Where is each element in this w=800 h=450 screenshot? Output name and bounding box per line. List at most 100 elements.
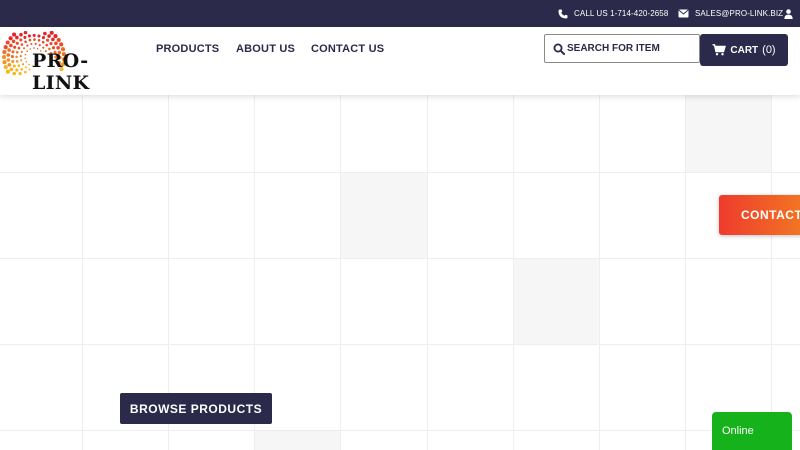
logo-dot <box>41 36 46 40</box>
logo-dot <box>10 55 14 59</box>
logo-dot <box>9 43 13 48</box>
phone-icon <box>558 9 568 18</box>
logo-dot <box>20 68 24 71</box>
logo-dot <box>19 55 22 58</box>
cart-count: (0) <box>762 44 776 56</box>
cart-button[interactable]: CART (0) <box>700 34 788 66</box>
logo-dot <box>24 53 27 56</box>
logo-dot <box>37 34 41 38</box>
top-bar: CALL US 1-714-420-2658 SALES@PRO-LINK.BI… <box>0 0 800 27</box>
logo-text: PRO-LINK <box>32 50 90 94</box>
logo-dot <box>15 60 19 63</box>
floating-contact-button[interactable]: CONTACT <box>719 195 800 235</box>
logo-dot <box>26 44 29 47</box>
logo-dot <box>20 59 23 62</box>
logo-dot <box>34 42 37 45</box>
logo-dot <box>5 69 10 74</box>
logo-dot <box>12 71 16 76</box>
logo-dot <box>56 37 61 43</box>
logo-dot <box>15 68 19 72</box>
logo-dot <box>6 58 11 62</box>
logo-dot <box>24 40 27 44</box>
logo-dot <box>6 53 11 57</box>
logo-dot <box>11 39 16 44</box>
logo-dot <box>28 63 30 66</box>
logo-dot <box>24 66 27 69</box>
user-icon <box>784 8 793 19</box>
envelope-icon <box>678 9 689 18</box>
logo-dot <box>19 32 23 37</box>
logo-dot <box>17 64 21 67</box>
logo-dot <box>18 72 22 76</box>
nav-contact-us[interactable]: CONTACT US <box>311 27 384 71</box>
site-header: PRO-LINK PRODUCTS ABOUT US CONTACT US SE… <box>0 27 800 95</box>
cart-icon <box>712 44 727 56</box>
logo-dot <box>15 41 19 45</box>
logo-dot <box>46 38 50 42</box>
logo[interactable]: PRO-LINK <box>0 31 140 94</box>
nav-products[interactable]: PRODUCTS <box>156 27 219 71</box>
logo-dot <box>7 63 12 67</box>
logo-dot <box>2 60 7 65</box>
logo-dot <box>28 68 31 71</box>
account-link[interactable] <box>784 0 799 27</box>
logo-dot <box>37 39 41 42</box>
logo-dot <box>51 46 56 50</box>
online-chat-widget[interactable]: Online <box>712 412 792 450</box>
logo-dot <box>27 34 31 38</box>
logo-dot <box>7 48 11 52</box>
logo-dot <box>53 34 58 39</box>
logo-dot <box>9 67 14 72</box>
logo-dot <box>3 45 8 50</box>
logo-dot <box>12 64 16 68</box>
logo-dot <box>49 31 54 35</box>
logo-dot <box>21 63 25 66</box>
logo-dot <box>13 45 17 49</box>
logo-dot <box>2 50 7 55</box>
logo-dot <box>20 43 24 46</box>
logo-dot <box>8 36 13 41</box>
logo-dot <box>29 48 32 50</box>
logo-dot <box>28 38 32 42</box>
logo-dot <box>32 33 36 37</box>
logo-dot <box>54 41 58 46</box>
logo-dot <box>19 38 23 42</box>
logo-dot <box>38 44 41 47</box>
logo-dot <box>23 47 26 50</box>
logo-dot <box>41 40 45 44</box>
logo-dot <box>11 50 15 54</box>
nav-about-us[interactable]: ABOUT US <box>236 27 295 71</box>
logo-dot <box>5 40 10 45</box>
logo-dot <box>17 46 21 50</box>
logo-dot <box>42 46 45 49</box>
logo-dot <box>51 37 55 42</box>
logo-dot <box>23 35 27 39</box>
logo-dot <box>43 31 47 36</box>
logo-dot <box>12 32 17 37</box>
logo-dot <box>25 61 28 63</box>
logo-dot <box>23 31 28 35</box>
logo-dot <box>49 42 53 46</box>
call-us-link[interactable]: CALL US 1-714-420-2658 <box>558 0 668 27</box>
logo-dot <box>15 55 18 59</box>
email-link[interactable]: SALES@PRO-LINK.BIZ <box>678 0 783 27</box>
logo-dot <box>3 65 8 70</box>
logo-dot <box>33 38 36 41</box>
logo-dot <box>24 57 26 60</box>
logo-dot <box>33 47 35 49</box>
phone-text: CALL US 1-714-420-2658 <box>574 9 669 18</box>
logo-dot <box>15 35 19 40</box>
email-text: SALES@PRO-LINK.BIZ <box>695 9 784 18</box>
browse-products-button[interactable]: BROWSE PRODUCTS <box>120 393 272 424</box>
cart-label: CART <box>730 44 759 56</box>
logo-dot <box>30 42 33 46</box>
search-icon <box>553 43 565 55</box>
logo-dot <box>26 50 29 52</box>
logo-dot <box>1 55 7 60</box>
logo-dot <box>11 59 15 63</box>
search-placeholder: SEARCH FOR ITEM <box>567 43 660 54</box>
logo-dot <box>45 43 48 47</box>
search-input[interactable]: SEARCH FOR ITEM <box>544 34 700 63</box>
logo-dot <box>47 34 51 38</box>
logo-dot <box>15 51 19 54</box>
